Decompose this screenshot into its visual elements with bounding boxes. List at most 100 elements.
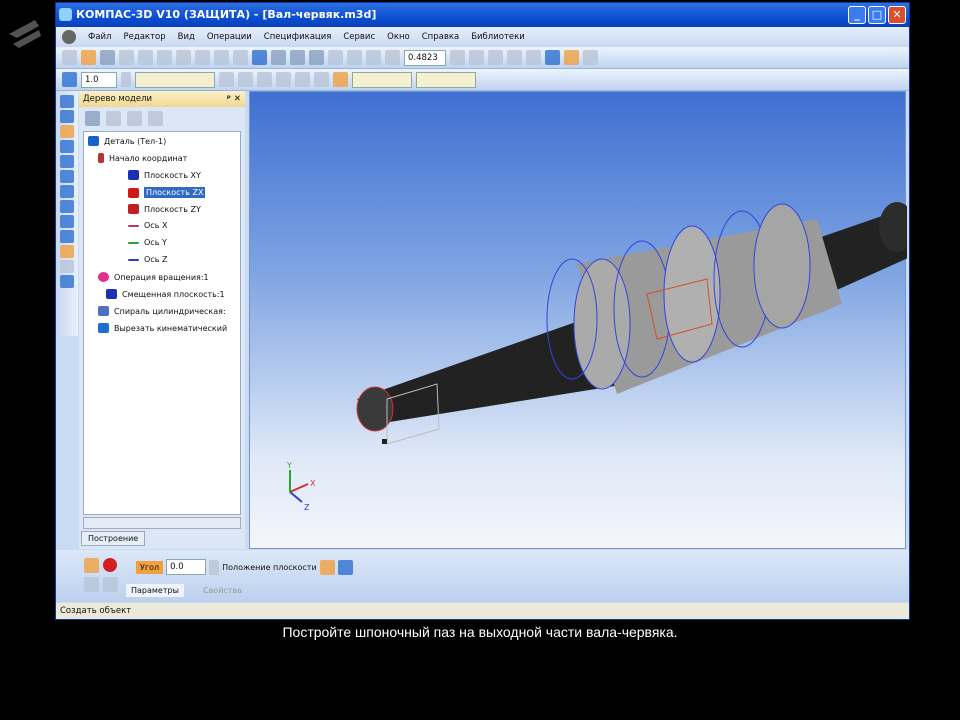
tree-filter-icon[interactable]: [148, 110, 163, 126]
tree-order-icon[interactable]: [106, 110, 121, 126]
coord-x-field[interactable]: [352, 71, 412, 88]
stop-icon[interactable]: [103, 558, 117, 572]
app-menu-icon[interactable]: [62, 30, 76, 44]
close-button[interactable]: ✕: [888, 6, 906, 24]
tool-2-icon[interactable]: [60, 110, 74, 123]
save-icon[interactable]: [100, 50, 115, 65]
step-dropdown-icon[interactable]: [121, 72, 131, 87]
close-panel-icon[interactable]: ᵖ ✕: [227, 91, 241, 107]
tree-view-icon[interactable]: [85, 110, 100, 126]
menu-help[interactable]: Справка: [422, 32, 459, 42]
tool-10-icon[interactable]: [60, 230, 74, 243]
local-cs-icon[interactable]: [219, 72, 234, 87]
hidden-lines-icon[interactable]: [526, 50, 541, 65]
tree-node-axis-x[interactable]: Ось X: [128, 221, 167, 230]
redo-icon[interactable]: [233, 50, 248, 65]
print-icon[interactable]: [119, 50, 134, 65]
variables-icon[interactable]: [271, 50, 286, 65]
coord-y-field[interactable]: [416, 71, 476, 88]
sketch-icon[interactable]: [257, 72, 272, 87]
round-icon[interactable]: [333, 72, 348, 87]
angle-input[interactable]: 0.0: [166, 559, 207, 575]
tree-node-helix[interactable]: Спираль цилиндрическая:: [98, 306, 226, 316]
tool-11-icon[interactable]: [60, 245, 74, 258]
plane-icon[interactable]: [238, 72, 253, 87]
menu-operations[interactable]: Операции: [207, 32, 252, 42]
tree-node-revolve[interactable]: Операция вращения:1: [98, 272, 209, 282]
copy-icon[interactable]: [176, 50, 191, 65]
perspective-icon[interactable]: [583, 50, 598, 65]
edit-icon[interactable]: [276, 72, 291, 87]
step-input[interactable]: 1.0: [81, 71, 117, 88]
tree-mode-icon[interactable]: [127, 110, 142, 126]
tree-node-sweep-cut[interactable]: Вырезать кинематический: [98, 323, 227, 333]
maximize-button[interactable]: □: [868, 6, 886, 24]
cut-icon[interactable]: [157, 50, 172, 65]
fx-icon[interactable]: [290, 50, 305, 65]
shaded-edges-icon[interactable]: [564, 50, 579, 65]
plane-icon: [128, 204, 139, 214]
app-window: КОМПАС-3D V10 (ЗАЩИТА) - [Вал-червяк.m3d…: [55, 2, 917, 620]
repeat-icon[interactable]: [84, 577, 99, 592]
tool-12-icon[interactable]: [60, 260, 74, 273]
tool-1-icon[interactable]: [60, 95, 74, 108]
tree-node-plane-zy[interactable]: Плоскость ZY: [128, 204, 201, 214]
help-pointer-icon[interactable]: [309, 50, 324, 65]
open-icon[interactable]: [81, 50, 96, 65]
3d-viewport[interactable]: X Y Z: [249, 91, 917, 549]
compact-toolbar: [56, 91, 78, 336]
tool-7-icon[interactable]: [60, 185, 74, 198]
tree-node-plane-xy[interactable]: Плоскость XY: [128, 170, 201, 180]
tree-node-axis-z[interactable]: Ось Z: [128, 255, 167, 264]
help-icon[interactable]: [103, 577, 118, 592]
plane-position-2-icon[interactable]: [337, 559, 353, 575]
menu-service[interactable]: Сервис: [343, 32, 375, 42]
angle-dropdown-icon[interactable]: [209, 559, 220, 575]
tab-parameters[interactable]: Параметры: [126, 584, 184, 597]
shaded-icon[interactable]: [545, 50, 560, 65]
tool-5-icon[interactable]: [60, 155, 74, 168]
tool-8-icon[interactable]: [60, 200, 74, 213]
zoom-scale-icon[interactable]: [385, 50, 400, 65]
menu-window[interactable]: Окно: [387, 32, 410, 42]
rotate-icon[interactable]: [469, 50, 484, 65]
tool-4-icon[interactable]: [60, 140, 74, 153]
tool-6-icon[interactable]: [60, 170, 74, 183]
tree-node-part[interactable]: Деталь (Тел-1): [88, 136, 166, 146]
menu-edit[interactable]: Редактор: [123, 32, 165, 42]
tab-construction[interactable]: Построение: [81, 531, 146, 546]
snap-icon[interactable]: [314, 72, 329, 87]
menu-libraries[interactable]: Библиотеки: [471, 32, 525, 42]
zoom-in-icon[interactable]: [328, 50, 343, 65]
layer-field[interactable]: [135, 71, 215, 88]
tree-horizontal-scrollbar[interactable]: [83, 517, 241, 529]
undo-icon[interactable]: [214, 50, 229, 65]
create-object-icon[interactable]: [84, 558, 99, 573]
tab-properties[interactable]: Свойства: [198, 584, 247, 597]
tool-3-icon[interactable]: [60, 125, 74, 138]
wireframe-icon[interactable]: [507, 50, 522, 65]
tool-13-icon[interactable]: [60, 275, 74, 288]
tree-node-origin[interactable]: Начало координат: [98, 153, 187, 163]
grid-icon[interactable]: [62, 72, 77, 87]
zoom-out-icon[interactable]: [366, 50, 381, 65]
plane-position-1-icon[interactable]: [319, 559, 335, 575]
minimize-button[interactable]: _: [848, 6, 866, 24]
paste-icon[interactable]: [195, 50, 210, 65]
menu-file[interactable]: Файл: [88, 32, 111, 42]
new-file-icon[interactable]: [62, 50, 77, 65]
tree-node-axis-y[interactable]: Ось Y: [128, 238, 167, 247]
manager-icon[interactable]: [252, 50, 267, 65]
tree-node-plane-zx[interactable]: Плоскость ZX: [128, 187, 206, 198]
tool-9-icon[interactable]: [60, 215, 74, 228]
ortho-icon[interactable]: [295, 72, 310, 87]
orientation-icon[interactable]: [488, 50, 503, 65]
menu-specification[interactable]: Спецификация: [264, 32, 332, 42]
pan-icon[interactable]: [450, 50, 465, 65]
menu-view[interactable]: Вид: [178, 32, 195, 42]
preview-icon[interactable]: [138, 50, 153, 65]
tree-node-offset-plane[interactable]: Смещенная плоскость:1: [106, 289, 225, 299]
zoom-input[interactable]: 0.4823: [404, 49, 446, 66]
tree-node-label: Плоскость XY: [144, 170, 201, 180]
zoom-window-icon[interactable]: [347, 50, 362, 65]
